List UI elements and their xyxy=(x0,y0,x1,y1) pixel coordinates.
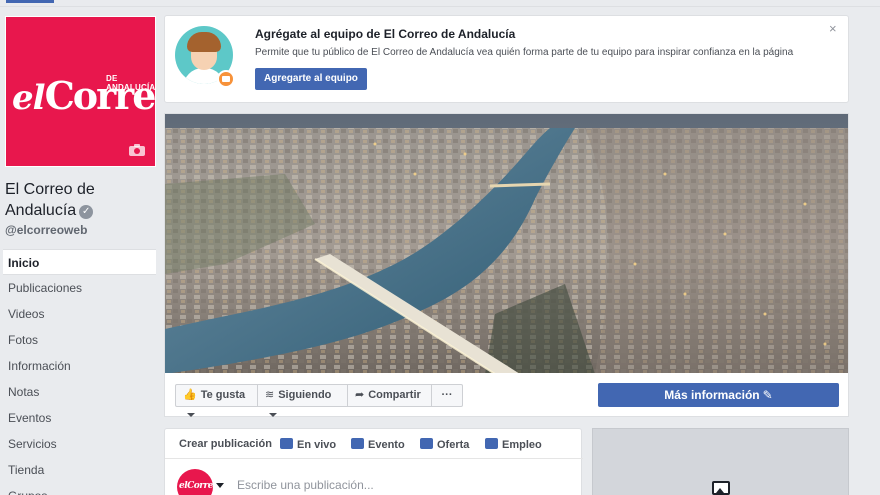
profile-picture[interactable]: DE ANDALUCÍA elCorreo xyxy=(5,16,156,167)
add-photo-icon[interactable] xyxy=(712,481,730,495)
logo-correo: Correo xyxy=(44,73,155,118)
more-icon: ··· xyxy=(441,389,453,401)
pencil-icon: ✎ xyxy=(762,388,773,402)
tab-event[interactable]: Evento xyxy=(351,438,405,451)
camera-icon[interactable] xyxy=(128,143,146,157)
tab-offer-label: Oferta xyxy=(437,439,470,451)
top-strip xyxy=(0,0,880,7)
avatar[interactable]: elCorreo xyxy=(177,469,213,495)
video-icon xyxy=(280,438,293,449)
like-button[interactable]: 👍 Te gusta xyxy=(175,384,258,417)
nav-item-grupos[interactable]: Grupos xyxy=(3,483,156,495)
nav-item-notas[interactable]: Notas xyxy=(3,379,156,405)
active-tab-indicator xyxy=(6,0,54,3)
cover-photo[interactable] xyxy=(164,113,849,373)
tab-job[interactable]: Empleo xyxy=(485,438,542,451)
logo-el: el xyxy=(12,78,46,118)
follow-label: Siguiendo xyxy=(278,389,332,401)
team-promo-card: Agrégate al equipo de El Correo de Andal… xyxy=(164,15,849,103)
tab-event-label: Evento xyxy=(368,439,405,451)
page-title[interactable]: El Correo de Andalucía ✓ xyxy=(5,179,155,221)
share-label: Compartir xyxy=(368,389,421,401)
briefcase-icon xyxy=(485,438,498,449)
like-label: Te gusta xyxy=(200,389,246,401)
tab-offer[interactable]: Oferta xyxy=(420,438,469,451)
verified-icon: ✓ xyxy=(79,205,94,219)
tab-live[interactable]: En vivo xyxy=(280,438,336,451)
thumbs-up-icon: 👍 xyxy=(183,389,197,401)
nav-item-inicio[interactable]: Inicio xyxy=(3,249,156,275)
chevron-down-icon xyxy=(187,413,195,417)
share-icon: ➦ xyxy=(355,389,365,401)
tab-job-label: Empleo xyxy=(502,439,542,451)
logo-wordmark: elCorreo xyxy=(12,77,155,118)
nav-item-publicaciones[interactable]: Publicaciones xyxy=(3,275,156,301)
page-handle[interactable]: @elcorreoweb xyxy=(5,223,87,237)
share-button[interactable]: ➦ Compartir xyxy=(348,384,432,407)
page-nav: Inicio Publicaciones Videos Fotos Inform… xyxy=(3,249,156,495)
rss-icon: ≋ xyxy=(265,389,275,401)
close-icon[interactable]: × xyxy=(829,21,837,36)
nav-item-videos[interactable]: Videos xyxy=(3,301,156,327)
nav-item-fotos[interactable]: Fotos xyxy=(3,327,156,353)
avatar-text: elCorreo xyxy=(179,481,213,491)
tab-live-label: En vivo xyxy=(297,439,337,451)
badge-icon xyxy=(217,70,235,88)
add-to-team-button[interactable]: Agregarte al equipo xyxy=(255,68,367,90)
post-input[interactable]: Escribe una publicación... xyxy=(237,478,374,492)
more-info-label: Más información xyxy=(664,388,760,402)
cover-photo-image xyxy=(165,114,848,373)
more-info-button[interactable]: Más información ✎ xyxy=(598,383,839,407)
calendar-icon xyxy=(351,438,364,449)
promo-title: Agrégate al equipo de El Correo de Andal… xyxy=(255,27,516,41)
follow-button[interactable]: ≋ Siguiendo xyxy=(258,384,348,417)
divider xyxy=(0,6,880,7)
illustration-hair xyxy=(187,32,221,52)
photo-upload-card[interactable] xyxy=(592,428,849,495)
offer-icon xyxy=(420,438,433,449)
promo-description: Permite que tu público de El Correo de A… xyxy=(255,47,794,58)
post-composer: Crear publicación En vivo Evento Oferta … xyxy=(164,428,583,495)
composer-tabs: Crear publicación En vivo Evento Oferta … xyxy=(165,429,583,459)
chevron-down-icon xyxy=(269,413,277,417)
page-action-bar: 👍 Te gusta ≋ Siguiendo ➦ Compartir ··· Más … xyxy=(164,373,849,417)
nav-item-tienda[interactable]: Tienda xyxy=(3,457,156,483)
tab-create-post[interactable]: Crear publicación xyxy=(179,438,272,450)
nav-item-servicios[interactable]: Servicios xyxy=(3,431,156,457)
nav-item-eventos[interactable]: Eventos xyxy=(3,405,156,431)
chevron-down-icon[interactable] xyxy=(216,483,224,488)
nav-item-informacion[interactable]: Información xyxy=(3,353,156,379)
more-button[interactable]: ··· xyxy=(432,384,463,407)
